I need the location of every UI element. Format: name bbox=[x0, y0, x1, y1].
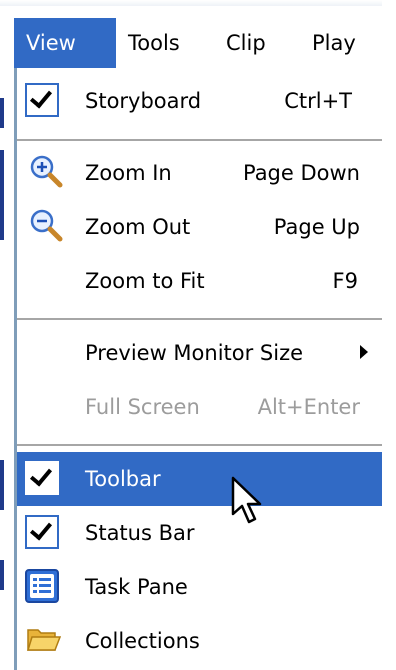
folder-icon bbox=[26, 624, 62, 658]
menu-item-label: Zoom to Fit bbox=[85, 269, 205, 293]
menu-item-zoom-out[interactable]: Zoom Out Page Up bbox=[17, 200, 382, 254]
view-menu-dropdown: Storyboard Ctrl+T Zoom In Page Down Zoom… bbox=[14, 68, 382, 670]
menu-item-collections[interactable]: Collections bbox=[17, 614, 382, 668]
checkmark-icon bbox=[25, 461, 59, 495]
menu-separator bbox=[17, 139, 382, 141]
left-window-edge bbox=[0, 0, 6, 670]
zoom-in-icon bbox=[29, 154, 63, 188]
menu-item-shortcut: F9 bbox=[332, 269, 358, 293]
submenu-arrow-icon bbox=[360, 345, 368, 359]
screenshot-root: View Tools Clip Play Storyboard Ctrl+T Z… bbox=[0, 0, 396, 670]
menu-bar-top-border bbox=[0, 0, 382, 6]
menu-clip[interactable]: Clip bbox=[214, 18, 292, 68]
menu-item-shortcut: Page Up bbox=[273, 215, 360, 239]
menu-item-label: Status Bar bbox=[85, 521, 195, 545]
menu-separator bbox=[17, 444, 382, 446]
menu-item-shortcut: Page Down bbox=[242, 161, 360, 185]
menu-item-label: Zoom In bbox=[85, 161, 172, 185]
zoom-out-icon bbox=[29, 208, 63, 242]
checkmark-icon bbox=[25, 515, 59, 549]
menu-item-task-pane[interactable]: Task Pane bbox=[17, 560, 382, 614]
menu-item-zoom-to-fit[interactable]: Zoom to Fit F9 bbox=[17, 254, 382, 308]
menu-item-storyboard[interactable]: Storyboard Ctrl+T bbox=[17, 74, 382, 128]
menu-item-zoom-in[interactable]: Zoom In Page Down bbox=[17, 146, 382, 200]
menu-item-shortcut: Ctrl+T bbox=[284, 89, 352, 113]
menu-item-toolbar[interactable]: Toolbar bbox=[17, 452, 382, 506]
edge-mark bbox=[0, 460, 4, 510]
menu-item-label: Storyboard bbox=[85, 89, 202, 113]
mouse-cursor-icon bbox=[230, 476, 264, 528]
task-pane-icon bbox=[25, 569, 59, 603]
menu-item-label: Toolbar bbox=[85, 467, 161, 491]
menu-item-preview-monitor-size[interactable]: Preview Monitor Size bbox=[17, 326, 382, 380]
menu-item-label: Preview Monitor Size bbox=[85, 341, 304, 365]
checkmark-icon bbox=[25, 83, 59, 117]
menu-item-label: Full Screen bbox=[85, 395, 200, 419]
edge-mark bbox=[0, 98, 4, 128]
menu-item-label: Collections bbox=[85, 629, 200, 653]
menu-item-label: Zoom Out bbox=[85, 215, 191, 239]
menu-item-label: Task Pane bbox=[85, 575, 188, 599]
menu-view[interactable]: View bbox=[14, 18, 116, 68]
menu-play[interactable]: Play bbox=[300, 18, 378, 68]
menu-bar: View Tools Clip Play bbox=[0, 0, 382, 78]
menu-item-full-screen[interactable]: Full Screen Alt+Enter bbox=[17, 380, 382, 434]
right-window-edge bbox=[382, 0, 396, 670]
menu-item-status-bar[interactable]: Status Bar bbox=[17, 506, 382, 560]
menu-item-shortcut: Alt+Enter bbox=[257, 395, 360, 419]
menu-separator bbox=[17, 318, 382, 320]
menu-tools[interactable]: Tools bbox=[116, 18, 212, 68]
edge-mark bbox=[0, 150, 4, 240]
edge-mark bbox=[0, 560, 4, 590]
